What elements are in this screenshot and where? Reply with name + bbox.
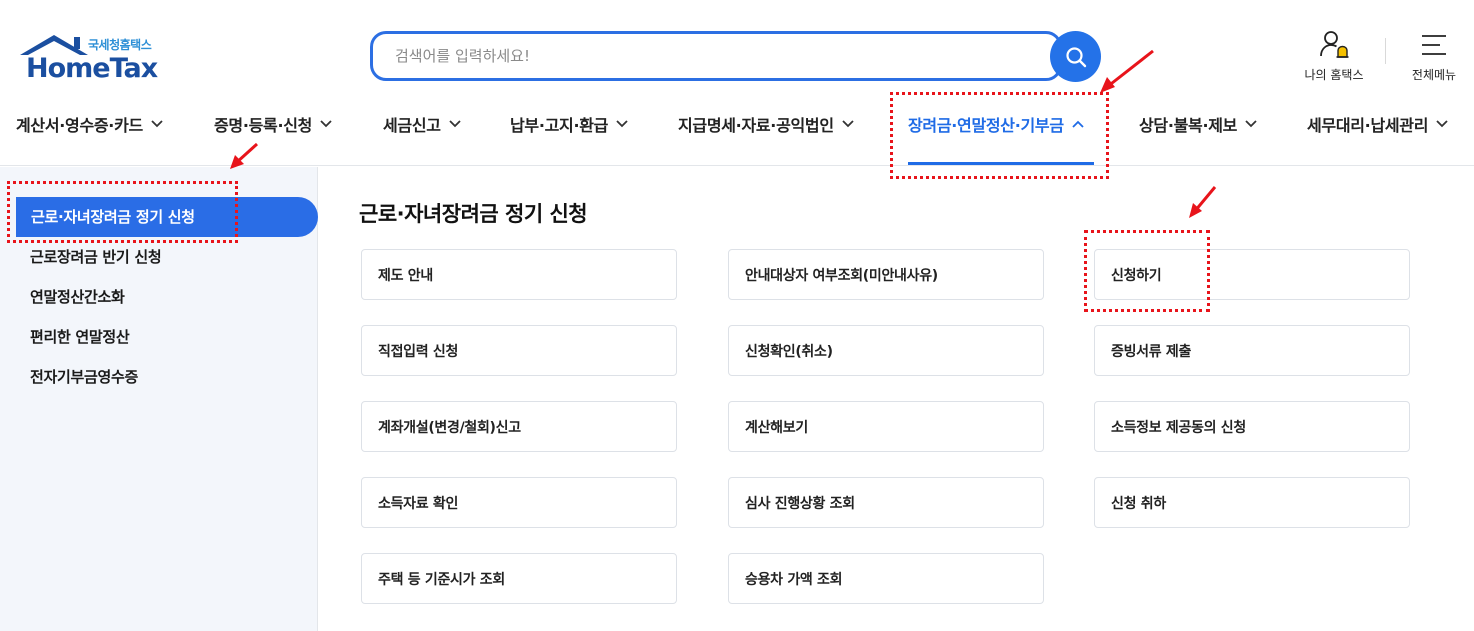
card-label: 안내대상자 여부조회(미안내사유) — [745, 268, 938, 284]
all-menu-label: 전체메뉴 — [1411, 68, 1457, 82]
card-withdraw[interactable]: 신청 취하 — [1094, 477, 1410, 528]
hamburger-menu-icon — [1422, 35, 1446, 55]
chevron-down-icon — [1245, 120, 1257, 128]
card-confirm-cancel[interactable]: 신청확인(취소) — [728, 325, 1044, 376]
card-label: 소득정보 제공동의 신청 — [1111, 420, 1246, 436]
utility-divider — [1385, 38, 1386, 64]
gnb-item-certificate[interactable]: 증명·등록·신청 — [214, 112, 332, 136]
gnb-item-statement[interactable]: 지급명세·자료·공익법인 — [678, 112, 854, 136]
red-arrow-icon — [1100, 49, 1154, 93]
red-arrow-icon — [230, 142, 259, 169]
annotation-box-sidebar — [7, 181, 238, 243]
card-label: 제도 안내 — [378, 268, 433, 284]
search-button[interactable] — [1050, 31, 1101, 82]
annotation-box-gnb — [890, 92, 1109, 179]
card-account-report[interactable]: 계좌개설(변경/철회)신고 — [361, 401, 677, 452]
search-icon — [1065, 46, 1086, 67]
sidebar-item-convenient[interactable]: 편리한 연말정산 — [30, 326, 130, 347]
card-label: 증빙서류 제출 — [1111, 344, 1192, 360]
card-label: 승용차 가액 조회 — [745, 572, 843, 588]
gnb-item-tax-report[interactable]: 세금신고 — [383, 112, 461, 136]
card-label: 계산해보기 — [745, 420, 808, 436]
card-guide[interactable]: 제도 안내 — [361, 249, 677, 300]
card-submit-documents[interactable]: 증빙서류 제출 — [1094, 325, 1410, 376]
card-label: 주택 등 기준시가 조회 — [378, 572, 505, 588]
gnb-label: 상담·불복·제보 — [1139, 116, 1238, 135]
card-label: 심사 진행상황 조회 — [745, 496, 855, 512]
all-menu-button[interactable]: 전체메뉴 — [1403, 30, 1465, 83]
page-title: 근로·자녀장려금 정기 신청 — [359, 202, 588, 226]
sidebar-item-simplified[interactable]: 연말정산간소화 — [30, 286, 125, 307]
chevron-down-icon — [151, 120, 163, 128]
gnb-item-invoice[interactable]: 계산서·영수증·카드 — [16, 112, 163, 136]
card-review-status[interactable]: 심사 진행상황 조회 — [728, 477, 1044, 528]
logo-english: HomeTax — [26, 53, 158, 84]
annotation-box-apply — [1084, 230, 1210, 312]
card-eligibility-check[interactable]: 안내대상자 여부조회(미안내사유) — [728, 249, 1044, 300]
gnb-item-tax-agent[interactable]: 세무대리·납세관리 — [1307, 112, 1448, 136]
chevron-down-icon — [449, 120, 461, 128]
gnb-item-payment[interactable]: 납부·고지·환급 — [510, 112, 628, 136]
red-arrow-icon — [1189, 186, 1217, 218]
chevron-down-icon — [616, 120, 628, 128]
card-label: 직접입력 신청 — [378, 344, 459, 360]
user-bell-icon — [1320, 31, 1349, 58]
card-calculator[interactable]: 계산해보기 — [728, 401, 1044, 452]
card-car-value[interactable]: 승용차 가액 조회 — [728, 553, 1044, 604]
my-hometax-label: 나의 홈택스 — [1304, 68, 1364, 82]
gnb-label: 납부·고지·환급 — [510, 116, 609, 135]
card-label: 신청확인(취소) — [745, 344, 833, 360]
header: 국세청홈택스 HomeTax 나의 홈택스 전체메뉴 계산서·영수증·카드 — [0, 0, 1474, 166]
hometax-logo[interactable]: 국세청홈택스 HomeTax — [16, 33, 176, 84]
search-box — [370, 31, 1062, 81]
gnb-label: 계산서·영수증·카드 — [16, 116, 143, 135]
sidebar-item-semiannual[interactable]: 근로장려금 반기 신청 — [30, 246, 162, 267]
gnb-item-consult[interactable]: 상담·불복·제보 — [1139, 112, 1257, 136]
gnb-label: 증명·등록·신청 — [214, 116, 313, 135]
gnb-label: 세금신고 — [383, 116, 441, 135]
card-income-data[interactable]: 소득자료 확인 — [361, 477, 677, 528]
my-hometax-button[interactable]: 나의 홈택스 — [1298, 30, 1370, 83]
card-label: 소득자료 확인 — [378, 496, 459, 512]
card-direct-input[interactable]: 직접입력 신청 — [361, 325, 677, 376]
global-nav: 계산서·영수증·카드 증명·등록·신청 세금신고 납부·고지·환급 지급명세·자… — [0, 112, 1474, 142]
card-house-price[interactable]: 주택 등 기준시가 조회 — [361, 553, 677, 604]
chevron-down-icon — [842, 120, 854, 128]
card-label: 신청 취하 — [1111, 496, 1166, 512]
logo-korean: 국세청홈택스 — [88, 38, 152, 52]
gnb-label: 세무대리·납세관리 — [1307, 116, 1429, 135]
gnb-label: 지급명세·자료·공익법인 — [678, 116, 834, 135]
card-label: 계좌개설(변경/철회)신고 — [378, 420, 521, 436]
card-info-consent[interactable]: 소득정보 제공동의 신청 — [1094, 401, 1410, 452]
search-input[interactable] — [373, 34, 1059, 78]
sidebar-item-donation-receipt[interactable]: 전자기부금영수증 — [30, 366, 138, 387]
chevron-down-icon — [1436, 120, 1448, 128]
chevron-down-icon — [320, 120, 332, 128]
